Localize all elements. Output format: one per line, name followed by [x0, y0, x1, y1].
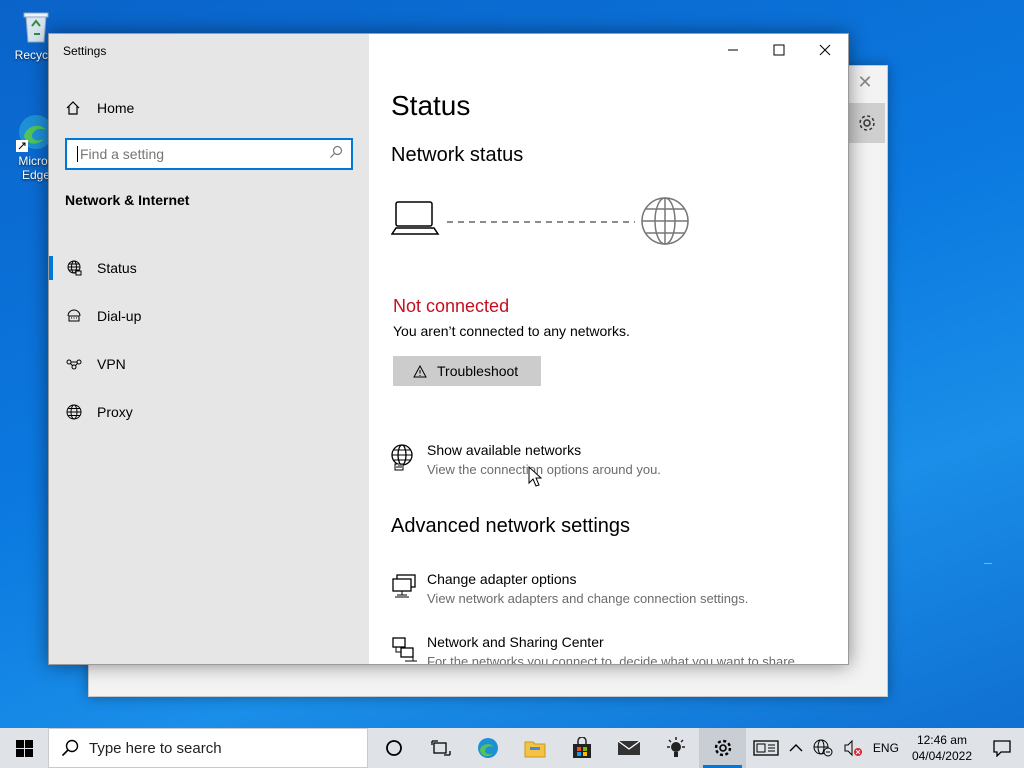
taskbar-settings[interactable]: [699, 728, 746, 768]
connection-state: Not connected: [393, 296, 510, 316]
sidebar-item-label: Status: [97, 260, 137, 276]
sidebar-item-label: VPN: [97, 356, 126, 372]
close-icon: [819, 44, 831, 56]
laptop-icon: [391, 201, 440, 235]
network-tray-button[interactable]: [808, 728, 838, 768]
gear-icon[interactable]: [849, 103, 885, 143]
section-title: Network & Internet: [65, 192, 190, 208]
cortana-button[interactable]: [370, 728, 417, 768]
network-globe-icon: [391, 444, 417, 472]
cortana-icon: [385, 740, 402, 756]
mouse-cursor-icon: [528, 466, 542, 487]
system-tray: ENG 12:46 am 04/04/2022: [748, 728, 1024, 768]
maximize-button[interactable]: [756, 34, 802, 66]
sidebar-item-label: Dial-up: [97, 308, 142, 324]
link-description: View network adapters and change connect…: [427, 591, 749, 606]
minimize-icon: [728, 49, 738, 51]
network-sharing-center-link[interactable]: Network and Sharing Center For the netwo…: [391, 634, 799, 665]
volume-tray-button[interactable]: [838, 728, 868, 768]
network-adapter-icon: [391, 573, 417, 601]
close-icon[interactable]: ✕: [853, 72, 877, 92]
connection-description: You aren’t connected to any networks.: [393, 323, 630, 339]
warning-icon: [413, 364, 427, 378]
search-icon[interactable]: [329, 145, 343, 164]
link-title: Change adapter options: [427, 571, 577, 587]
sidebar-item-label: Proxy: [97, 404, 133, 420]
desktop-artifact: [984, 563, 992, 564]
settings-search-box[interactable]: [65, 138, 353, 170]
dialup-icon: [65, 307, 83, 325]
page-title: Status: [391, 90, 471, 121]
taskbar-toolbar-button[interactable]: [748, 728, 784, 768]
window-controls: [710, 34, 848, 66]
network-diagram: [391, 197, 689, 245]
settings-window[interactable]: Settings Home Network & Internet Status: [48, 33, 849, 665]
windows-logo-icon: [15, 739, 33, 757]
sharing-center-icon: [391, 636, 417, 664]
maximize-icon: [773, 44, 785, 56]
taskbar-file-explorer[interactable]: [511, 728, 558, 768]
nav-home-label: Home: [97, 100, 135, 116]
minimize-button[interactable]: [710, 34, 756, 66]
link-description: View the connection options around you.: [427, 462, 661, 477]
troubleshoot-label: Troubleshoot: [437, 363, 519, 379]
file-explorer-icon: [524, 741, 545, 758]
clock-date: 04/04/2022: [911, 749, 972, 763]
troubleshoot-button[interactable]: Troubleshoot: [393, 356, 541, 386]
taskbar-apps: [370, 728, 746, 768]
window-title: Settings: [63, 44, 107, 58]
link-description: For the networks you connect to, decide …: [427, 654, 799, 665]
internet-globe-icon: [641, 197, 689, 245]
sidebar-item-dialup[interactable]: Dial-up: [49, 292, 369, 340]
show-available-networks-link[interactable]: Show available networks View the connect…: [391, 442, 661, 477]
sidebar-item-status[interactable]: Status: [49, 244, 369, 292]
edge-icon: [477, 738, 498, 758]
show-hidden-icons-button[interactable]: [784, 728, 808, 768]
mail-icon: [617, 740, 640, 755]
home-icon: [65, 100, 83, 116]
taskbar-search-placeholder: Type here to search: [89, 739, 222, 757]
task-view-button[interactable]: [417, 728, 464, 768]
task-view-icon: [430, 740, 451, 756]
settings-gear-icon: [714, 739, 731, 757]
globe-icon: [65, 403, 83, 421]
sidebar: Settings Home Network & Internet Status: [49, 34, 369, 664]
link-title: Network and Sharing Center: [427, 634, 604, 650]
network-globe-tray-icon: [813, 739, 833, 757]
link-title: Show available networks: [427, 442, 582, 458]
taskbar-mail[interactable]: [605, 728, 652, 768]
advanced-settings-heading: Advanced network settings: [391, 515, 631, 537]
globe-status-icon: [65, 259, 83, 277]
clock[interactable]: 12:46 am 04/04/2022: [904, 732, 980, 764]
sidebar-item-proxy[interactable]: Proxy: [49, 388, 369, 436]
volume-muted-icon: [844, 739, 862, 757]
network-status-heading: Network status: [391, 144, 524, 166]
search-input[interactable]: [80, 146, 329, 162]
main-content: Status Network status Not connected You …: [369, 34, 848, 664]
tips-icon: [666, 737, 685, 757]
taskbar-search-box[interactable]: Type here to search: [48, 728, 368, 768]
taskbar-store[interactable]: [558, 728, 605, 768]
change-adapter-options-link[interactable]: Change adapter options View network adap…: [391, 571, 748, 606]
input-language[interactable]: ENG: [868, 728, 904, 768]
clock-time: 12:46 am: [916, 733, 967, 747]
search-icon: [61, 739, 79, 757]
taskbar-tips[interactable]: [652, 728, 699, 768]
action-center-button[interactable]: [980, 728, 1024, 768]
chevron-up-icon: [789, 744, 803, 752]
nav-list: Status Dial-up VPN Proxy: [49, 244, 369, 436]
notification-icon: [993, 740, 1011, 757]
taskbar-edge[interactable]: [464, 728, 511, 768]
store-icon: [572, 737, 591, 758]
close-button[interactable]: [802, 34, 848, 66]
start-button[interactable]: [0, 728, 48, 768]
news-widget-icon: [753, 740, 779, 756]
text-caret: [77, 146, 78, 162]
sidebar-item-vpn[interactable]: VPN: [49, 340, 369, 388]
vpn-icon: [65, 355, 83, 373]
nav-home[interactable]: Home: [65, 96, 355, 120]
taskbar: Type here to search ENG 12:46 am 04/04/2…: [0, 728, 1024, 768]
